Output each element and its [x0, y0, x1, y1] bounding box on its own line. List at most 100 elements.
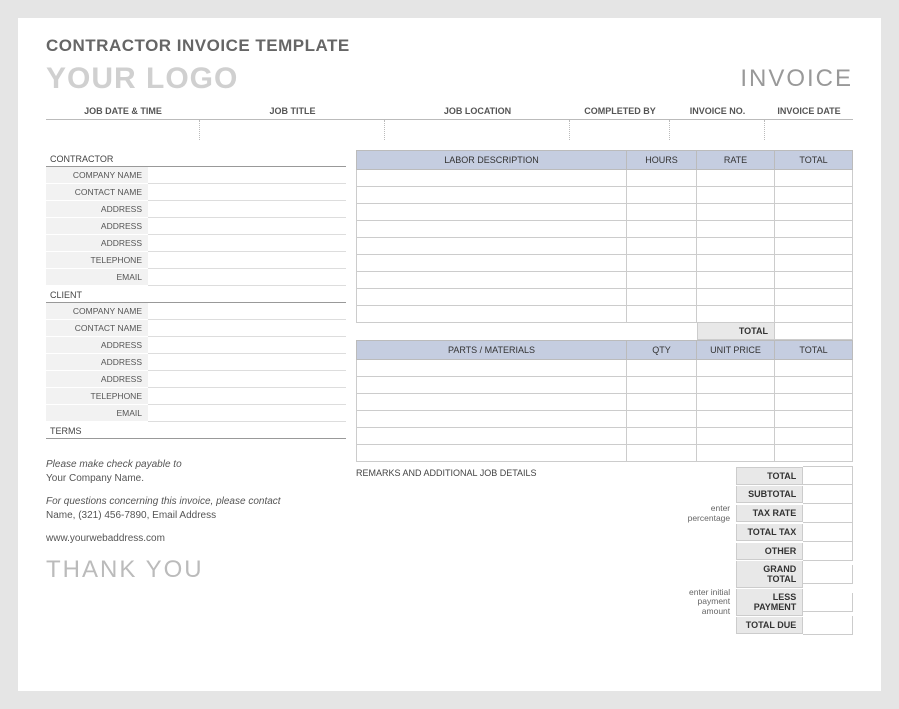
labor-cell[interactable]: [357, 255, 627, 272]
parts-cell[interactable]: [697, 411, 775, 428]
client-contact-input[interactable]: [148, 320, 346, 337]
summary-subtotal-value[interactable]: [803, 485, 853, 504]
summary-taxrate-label: TAX RATE: [736, 505, 803, 522]
labor-cell[interactable]: [627, 204, 697, 221]
th-qty: QTY: [627, 341, 697, 360]
labor-cell[interactable]: [775, 170, 853, 187]
parts-cell[interactable]: [627, 411, 697, 428]
parts-cell[interactable]: [697, 377, 775, 394]
labor-cell[interactable]: [697, 204, 775, 221]
input-job-title[interactable]: [200, 120, 385, 140]
parts-cell[interactable]: [357, 445, 627, 462]
parts-cell[interactable]: [775, 360, 853, 377]
labor-cell[interactable]: [627, 306, 697, 323]
client-address-3-input[interactable]: [148, 371, 346, 388]
label-email: EMAIL: [46, 405, 148, 422]
summary-totaltax-value[interactable]: [803, 523, 853, 542]
labor-cell[interactable]: [697, 221, 775, 238]
parts-cell[interactable]: [627, 394, 697, 411]
labor-cell[interactable]: [775, 255, 853, 272]
summary-total-value[interactable]: [803, 466, 853, 485]
labor-cell[interactable]: [627, 272, 697, 289]
job-header-row: JOB DATE & TIME JOB TITLE JOB LOCATION C…: [46, 106, 853, 120]
input-invoice-no[interactable]: [670, 120, 765, 140]
labor-cell[interactable]: [357, 238, 627, 255]
labor-cell[interactable]: [775, 306, 853, 323]
labor-cell[interactable]: [627, 170, 697, 187]
parts-cell[interactable]: [357, 411, 627, 428]
labor-cell[interactable]: [357, 187, 627, 204]
labor-cell[interactable]: [697, 272, 775, 289]
parts-cell[interactable]: [775, 411, 853, 428]
contractor-contact-input[interactable]: [148, 184, 346, 201]
parts-cell[interactable]: [775, 428, 853, 445]
input-job-location[interactable]: [385, 120, 570, 140]
labor-cell[interactable]: [357, 272, 627, 289]
labor-cell[interactable]: [775, 272, 853, 289]
labor-cell[interactable]: [627, 289, 697, 306]
contractor-address-1-input[interactable]: [148, 201, 346, 218]
parts-cell[interactable]: [697, 360, 775, 377]
summary-grandtotal-value[interactable]: [803, 565, 853, 584]
client-telephone-input[interactable]: [148, 388, 346, 405]
parts-cell[interactable]: [775, 445, 853, 462]
contractor-company-input[interactable]: [148, 167, 346, 184]
summary-totaltax-label: TOTAL TAX: [736, 524, 803, 541]
parts-cell[interactable]: [357, 428, 627, 445]
summary-lesspayment-value[interactable]: [803, 593, 853, 612]
labor-cell[interactable]: [357, 170, 627, 187]
parts-cell[interactable]: [627, 445, 697, 462]
input-completed-by[interactable]: [570, 120, 670, 140]
labor-cell[interactable]: [627, 238, 697, 255]
labor-cell[interactable]: [775, 221, 853, 238]
client-address-2-input[interactable]: [148, 354, 346, 371]
parts-cell[interactable]: [697, 445, 775, 462]
labor-cell[interactable]: [697, 187, 775, 204]
input-job-date[interactable]: [46, 120, 200, 140]
labor-cell[interactable]: [697, 306, 775, 323]
labor-cell[interactable]: [697, 238, 775, 255]
parts-cell[interactable]: [627, 377, 697, 394]
input-invoice-date[interactable]: [765, 120, 853, 140]
parts-cell[interactable]: [627, 360, 697, 377]
labor-cell[interactable]: [357, 204, 627, 221]
client-company-input[interactable]: [148, 303, 346, 320]
labor-total-value[interactable]: [775, 323, 853, 340]
labor-cell[interactable]: [357, 289, 627, 306]
labor-cell[interactable]: [775, 238, 853, 255]
footer-text: Please make check payable to Your Compan…: [46, 459, 346, 544]
labor-cell[interactable]: [627, 255, 697, 272]
summary-lesspayment-label: LESS PAYMENT: [736, 589, 803, 616]
labor-cell[interactable]: [627, 187, 697, 204]
labor-cell[interactable]: [627, 221, 697, 238]
labor-cell[interactable]: [775, 289, 853, 306]
labor-cell[interactable]: [697, 289, 775, 306]
summary-totaldue-value[interactable]: [803, 616, 853, 635]
parts-cell[interactable]: [697, 428, 775, 445]
contractor-address-2-input[interactable]: [148, 218, 346, 235]
contractor-address-3-input[interactable]: [148, 235, 346, 252]
labor-cell[interactable]: [775, 187, 853, 204]
contractor-telephone-input[interactable]: [148, 252, 346, 269]
parts-cell[interactable]: [357, 394, 627, 411]
th-parts-total: TOTAL: [775, 341, 853, 360]
parts-table: PARTS / MATERIALS QTY UNIT PRICE TOTAL: [356, 340, 853, 462]
summary-other-value[interactable]: [803, 542, 853, 561]
contractor-email-input[interactable]: [148, 269, 346, 286]
labor-cell[interactable]: [775, 204, 853, 221]
parts-cell[interactable]: [357, 360, 627, 377]
summary-taxrate-value[interactable]: [803, 504, 853, 523]
labor-total-label: TOTAL: [697, 323, 775, 340]
parts-cell[interactable]: [627, 428, 697, 445]
labor-cell[interactable]: [357, 306, 627, 323]
invoice-heading: INVOICE: [740, 65, 853, 93]
parts-cell[interactable]: [775, 377, 853, 394]
labor-cell[interactable]: [357, 221, 627, 238]
parts-cell[interactable]: [775, 394, 853, 411]
parts-cell[interactable]: [357, 377, 627, 394]
parts-cell[interactable]: [697, 394, 775, 411]
client-email-input[interactable]: [148, 405, 346, 422]
labor-cell[interactable]: [697, 255, 775, 272]
labor-cell[interactable]: [697, 170, 775, 187]
client-address-1-input[interactable]: [148, 337, 346, 354]
